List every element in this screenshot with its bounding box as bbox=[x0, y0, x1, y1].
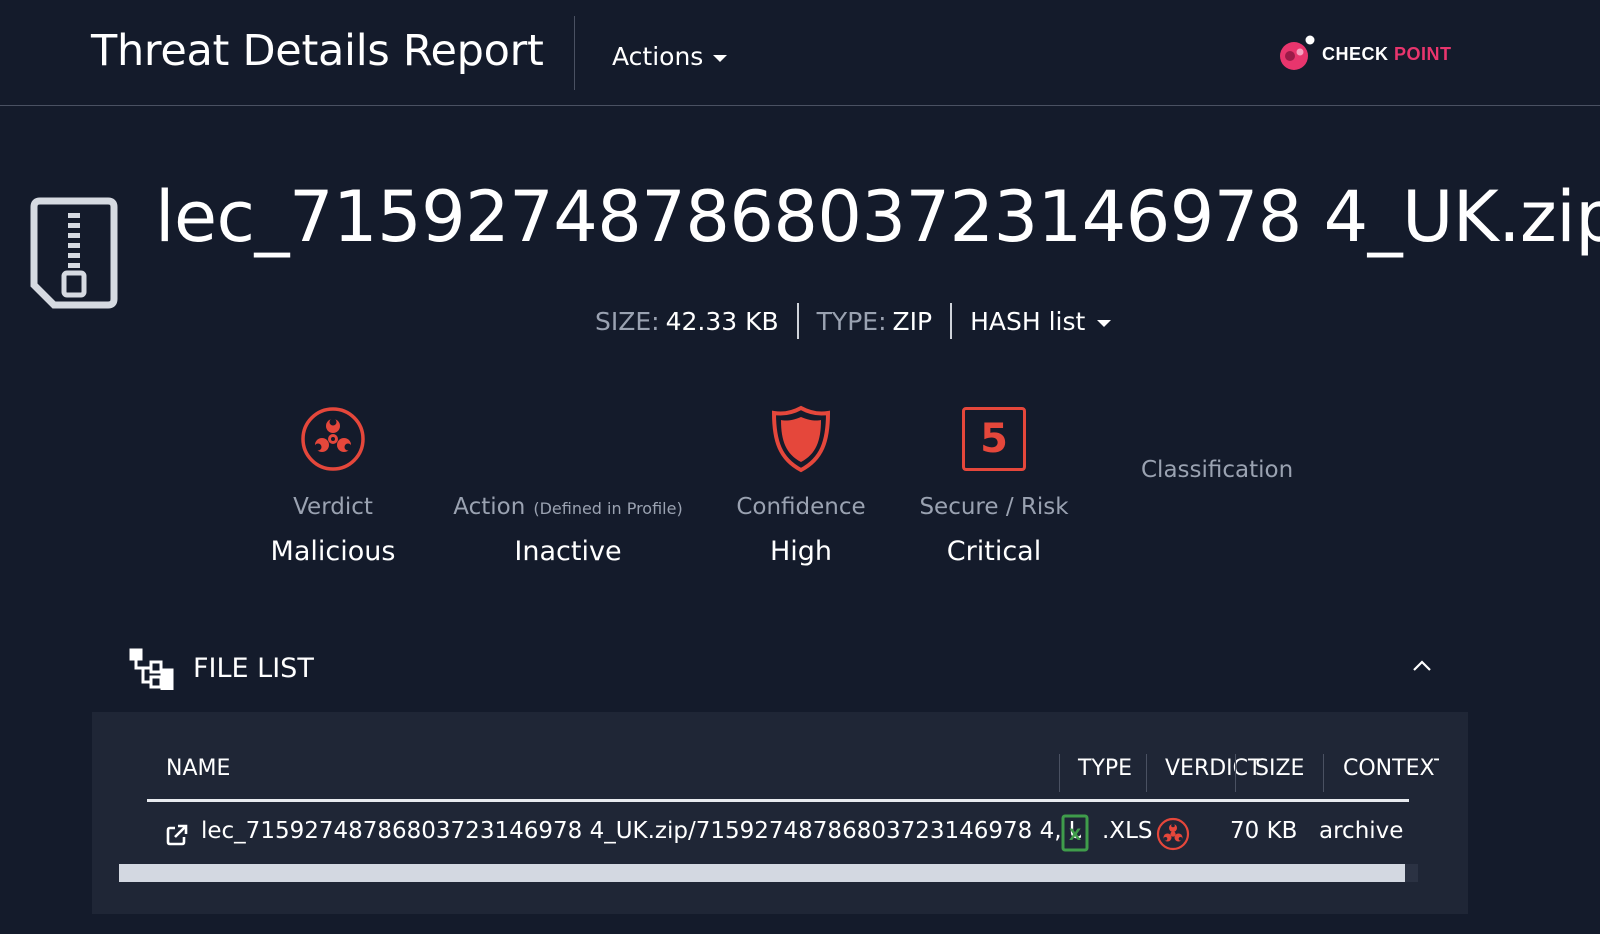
actions-label: Actions bbox=[612, 42, 704, 71]
caret-down-icon bbox=[713, 55, 728, 62]
brand-text-part2: POINT bbox=[1394, 43, 1452, 64]
zip-file-icon bbox=[30, 197, 118, 309]
classification-label: Classification bbox=[1141, 457, 1294, 483]
row-context: archive bbox=[1319, 818, 1404, 844]
row-type: .XLS bbox=[1102, 818, 1153, 844]
column-header-name[interactable]: NAME bbox=[166, 756, 230, 781]
column-header-type[interactable]: TYPE bbox=[1078, 756, 1132, 781]
row-name[interactable]: lec_71592748786803723146978 4_UK.zip/715… bbox=[201, 818, 1081, 844]
confidence-stat: Confidence High bbox=[730, 404, 872, 567]
file-tree-icon bbox=[129, 648, 174, 690]
confidence-value: High bbox=[769, 536, 833, 567]
file-meta-bar: SIZE: 42.33 KB TYPE: ZIP HASH list bbox=[595, 301, 1112, 341]
file-list-panel: FILE LIST NAME TYPE VERDICT SIZE CONTEXT… bbox=[92, 630, 1468, 914]
column-divider[interactable] bbox=[1146, 754, 1147, 792]
verdict-label: Verdict bbox=[293, 494, 373, 520]
column-divider[interactable] bbox=[1059, 754, 1060, 792]
table-row[interactable]: lec_71592748786803723146978 4_UK.zip/715… bbox=[147, 804, 1409, 864]
header-divider bbox=[574, 16, 575, 90]
risk-label: Secure / Risk bbox=[919, 494, 1069, 520]
action-stat: Action (Defined in Profile) Inactive bbox=[448, 404, 688, 567]
size-value: 42.33 KB bbox=[665, 306, 779, 336]
meta-divider bbox=[950, 303, 953, 339]
scrollbar-thumb[interactable] bbox=[119, 864, 1405, 882]
horizontal-scrollbar[interactable] bbox=[119, 864, 1418, 882]
shield-icon bbox=[771, 405, 831, 473]
external-link-icon[interactable] bbox=[165, 823, 189, 847]
verdict-stat: Verdict Malicious bbox=[263, 404, 403, 567]
top-bar: Threat Details Report Actions CHECK POIN… bbox=[0, 0, 1600, 106]
action-label-text: Action bbox=[453, 494, 526, 520]
column-divider[interactable] bbox=[1235, 754, 1236, 792]
actions-dropdown[interactable]: Actions bbox=[612, 42, 728, 71]
file-list-header[interactable]: FILE LIST bbox=[92, 630, 1468, 712]
svg-text:X: X bbox=[1069, 825, 1082, 844]
action-sublabel: (Defined in Profile) bbox=[533, 499, 683, 518]
meta-divider bbox=[796, 303, 799, 339]
file-list-title: FILE LIST bbox=[193, 653, 314, 684]
excel-file-icon: X bbox=[1061, 814, 1089, 852]
hash-list-dropdown[interactable]: HASH list bbox=[970, 306, 1112, 336]
brand-logo: CHECK POINT bbox=[1278, 34, 1452, 74]
size-label: SIZE: bbox=[595, 306, 660, 336]
type-value: ZIP bbox=[892, 306, 933, 336]
brand-text: CHECK POINT bbox=[1322, 44, 1452, 65]
type-label: TYPE: bbox=[816, 306, 887, 336]
hash-list-label: HASH list bbox=[970, 306, 1086, 336]
risk-score-badge: 5 bbox=[962, 407, 1026, 471]
confidence-label: Confidence bbox=[736, 494, 866, 520]
file-list-table: NAME TYPE VERDICT SIZE CONTEXT lec_71592… bbox=[92, 712, 1468, 914]
action-label: Action (Defined in Profile) bbox=[448, 494, 688, 520]
checkpoint-logo-icon bbox=[1280, 35, 1315, 70]
caret-down-icon bbox=[1097, 319, 1112, 327]
verdict-value: Malicious bbox=[270, 536, 396, 567]
chevron-up-icon[interactable] bbox=[1410, 654, 1434, 678]
column-header-verdict[interactable]: VERDICT bbox=[1165, 756, 1261, 781]
page-title: Threat Details Report bbox=[91, 26, 544, 76]
risk-stat: 5 Secure / Risk Critical bbox=[918, 404, 1070, 567]
biohazard-icon bbox=[1156, 817, 1190, 851]
row-size: 70 KB bbox=[1230, 818, 1298, 844]
risk-value: Critical bbox=[946, 536, 1042, 567]
brand-text-part1: CHECK bbox=[1322, 43, 1389, 64]
file-name-heading: lec_71592748786803723146978 4_UK.zip bbox=[155, 176, 1600, 258]
action-value: Inactive bbox=[514, 536, 622, 567]
column-header-context[interactable]: CONTEXT bbox=[1343, 756, 1439, 781]
biohazard-icon bbox=[301, 407, 365, 471]
header-divider-line bbox=[147, 799, 1409, 802]
column-divider[interactable] bbox=[1323, 754, 1324, 792]
column-header-size[interactable]: SIZE bbox=[1255, 756, 1304, 781]
